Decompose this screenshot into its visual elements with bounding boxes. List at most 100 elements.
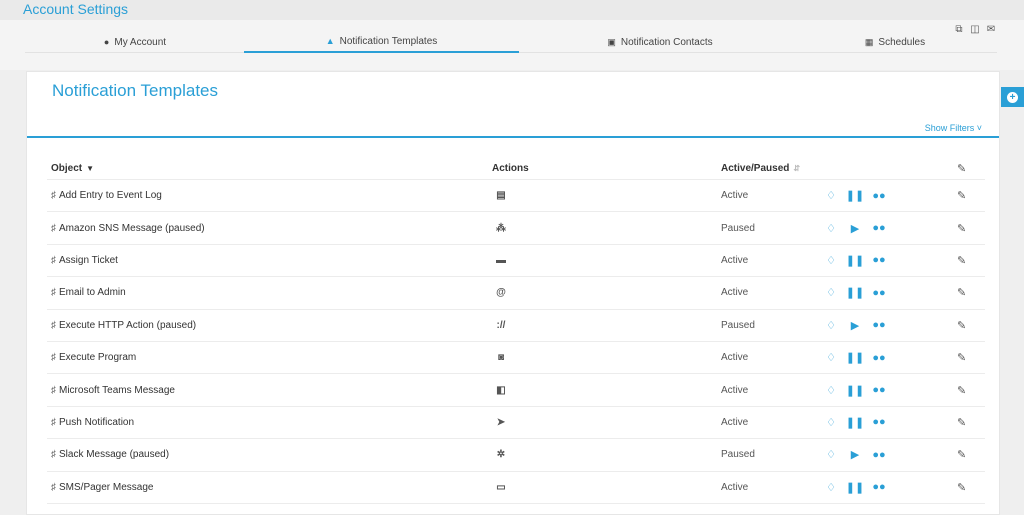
- play-icon[interactable]: ▶: [843, 319, 867, 332]
- program-icon: ◙: [497, 352, 505, 364]
- bell-outline-icon[interactable]: ♢: [819, 222, 843, 235]
- users-icon[interactable]: ●●: [867, 416, 891, 428]
- edit-icon[interactable]: ✎: [957, 342, 966, 373]
- edit-icon[interactable]: ✎: [957, 374, 966, 405]
- send-icon: ➤: [496, 416, 506, 428]
- edit-icon[interactable]: ✎: [957, 310, 966, 341]
- object-cell[interactable]: ♯ Assign Ticket: [51, 245, 118, 276]
- sms-icon: ▭: [496, 481, 506, 493]
- table-row[interactable]: ♯ Amazon SNS Message (paused) ⁂ Paused ♢…: [47, 212, 985, 245]
- pause-icon[interactable]: ❚❚: [843, 416, 867, 429]
- users-icon[interactable]: ●●: [867, 481, 891, 493]
- edit-icon[interactable]: ✎: [957, 407, 966, 438]
- table-row[interactable]: ♯ Slack Message (paused) ✲ Paused ♢ ▶ ●●…: [47, 439, 985, 472]
- tab-notification-contacts[interactable]: ▣ Notification Contacts: [545, 31, 775, 53]
- table-row[interactable]: ♯ Email to Admin @ Active ♢ ❚❚ ●● ✎: [47, 277, 985, 310]
- bell-outline-icon[interactable]: ♢: [819, 254, 843, 267]
- bell-outline-icon: ♯: [51, 449, 56, 461]
- object-cell[interactable]: ♯ Slack Message (paused): [51, 439, 169, 470]
- bell-outline-icon[interactable]: ♢: [819, 351, 843, 364]
- users-icon[interactable]: ●●: [867, 190, 891, 202]
- bell-outline-icon: ♯: [51, 416, 56, 428]
- users-icon[interactable]: ●●: [867, 287, 891, 299]
- sort-icon: ⇵: [793, 163, 801, 173]
- users-icon[interactable]: ●●: [867, 449, 891, 461]
- state-text: Active: [721, 287, 749, 299]
- tab-schedules[interactable]: ▦ Schedules: [815, 31, 975, 53]
- template-name: Assign Ticket: [59, 254, 118, 266]
- page-title: Notification Templates: [52, 81, 218, 100]
- table-row[interactable]: ♯ Execute Program ◙ Active ♢ ❚❚ ●● ✎: [47, 342, 985, 375]
- bell-outline-icon[interactable]: ♢: [819, 189, 843, 202]
- table-row[interactable]: ♯ Assign Ticket ▬ Active ♢ ❚❚ ●● ✎: [47, 245, 985, 278]
- table-row[interactable]: ♯ Microsoft Teams Message ◧ Active ♢ ❚❚ …: [47, 374, 985, 407]
- edit-all-icon[interactable]: ✎: [957, 157, 966, 179]
- column-header-state[interactable]: Active/Paused ⇵: [721, 157, 800, 179]
- users-icon[interactable]: ●●: [867, 222, 891, 234]
- object-cell[interactable]: ♯ Amazon SNS Message (paused): [51, 212, 205, 243]
- table-row[interactable]: ♯ Add Entry to Event Log ▤ Active ♢ ❚❚ ●…: [47, 180, 985, 213]
- edit-icon[interactable]: ✎: [957, 277, 966, 308]
- bell-outline-icon[interactable]: ♢: [819, 416, 843, 429]
- template-name: Slack Message (paused): [59, 449, 170, 461]
- object-cell[interactable]: ♯ Execute HTTP Action (paused): [51, 310, 196, 341]
- users-icon[interactable]: ●●: [867, 384, 891, 396]
- users-icon[interactable]: ●●: [867, 254, 891, 266]
- pause-icon[interactable]: ❚❚: [843, 254, 867, 267]
- template-name: Execute HTTP Action (paused): [59, 319, 197, 331]
- edit-icon[interactable]: ✎: [957, 212, 966, 243]
- pause-icon[interactable]: ❚❚: [843, 481, 867, 494]
- at-icon: @: [496, 287, 506, 299]
- show-filters-toggle[interactable]: Show Filters ˅: [925, 123, 982, 133]
- template-name: Add Entry to Event Log: [59, 190, 162, 202]
- table-row[interactable]: ♯ Execute HTTP Action (paused) :// Pause…: [47, 310, 985, 342]
- bell-outline-icon[interactable]: ♢: [819, 319, 843, 332]
- object-cell[interactable]: ♯ Add Entry to Event Log: [51, 180, 162, 211]
- edit-icon[interactable]: ✎: [957, 245, 966, 276]
- user-icon: ●: [103, 37, 110, 47]
- users-icon[interactable]: ●●: [867, 319, 891, 331]
- bell-outline-icon[interactable]: ♢: [819, 481, 843, 494]
- contact-card-icon: ▣: [607, 36, 616, 47]
- play-icon[interactable]: ▶: [843, 222, 867, 235]
- object-cell[interactable]: ♯ Microsoft Teams Message: [51, 374, 175, 405]
- column-header-object[interactable]: Object ▼: [51, 157, 94, 179]
- column-header-actions: Actions: [492, 162, 529, 174]
- object-cell[interactable]: ♯ Email to Admin: [51, 277, 126, 308]
- templates-table: Object ▼ Actions Active/Paused ⇵ ✎ ♯ Add…: [47, 157, 985, 504]
- bell-outline-icon: ♯: [51, 190, 56, 202]
- edit-icon[interactable]: ✎: [957, 180, 966, 211]
- table-row[interactable]: ♯ Push Notification ➤ Active ♢ ❚❚ ●● ✎: [47, 407, 985, 440]
- bell-outline-icon[interactable]: ♢: [819, 384, 843, 397]
- state-text: Active: [721, 352, 749, 364]
- pause-icon[interactable]: ❚❚: [843, 286, 867, 299]
- tab-my-account[interactable]: ● My Account: [25, 31, 245, 53]
- copy-icon[interactable]: ⧉: [953, 24, 965, 35]
- object-cell[interactable]: ♯ Execute Program: [51, 342, 136, 373]
- bell-outline-icon: ♯: [51, 287, 56, 299]
- bell-outline-icon: ♯: [51, 384, 56, 396]
- envelope-icon[interactable]: ✉: [985, 24, 997, 35]
- caret-down-icon: ▼: [86, 163, 95, 173]
- slack-icon: ✲: [496, 449, 506, 461]
- object-cell[interactable]: ♯ SMS/Pager Message: [51, 472, 154, 503]
- users-icon[interactable]: ●●: [867, 352, 891, 364]
- tab-notification-templates[interactable]: ▲ Notification Templates: [244, 31, 519, 53]
- pause-icon[interactable]: ❚❚: [843, 189, 867, 202]
- bell-outline-icon[interactable]: ♢: [819, 448, 843, 461]
- pause-icon[interactable]: ❚❚: [843, 384, 867, 397]
- calendar-icon: ▦: [864, 36, 874, 47]
- bell-outline-icon[interactable]: ♢: [819, 286, 843, 299]
- edit-icon[interactable]: ✎: [957, 472, 966, 503]
- edit-icon[interactable]: ✎: [957, 439, 966, 470]
- tab-label: Notification Templates: [339, 35, 438, 47]
- bell-icon: ▲: [325, 36, 335, 46]
- add-button[interactable]: +: [1001, 87, 1024, 107]
- state-text: Paused: [721, 449, 755, 461]
- table-row[interactable]: ♯ SMS/Pager Message ▭ Active ♢ ❚❚ ●● ✎: [47, 472, 985, 504]
- add-file-icon[interactable]: ◫: [969, 24, 981, 35]
- pause-icon[interactable]: ❚❚: [843, 351, 867, 364]
- object-cell[interactable]: ♯ Push Notification: [51, 407, 134, 438]
- row-controls: ♢ ❚❚ ●●: [819, 277, 891, 308]
- play-icon[interactable]: ▶: [843, 448, 867, 461]
